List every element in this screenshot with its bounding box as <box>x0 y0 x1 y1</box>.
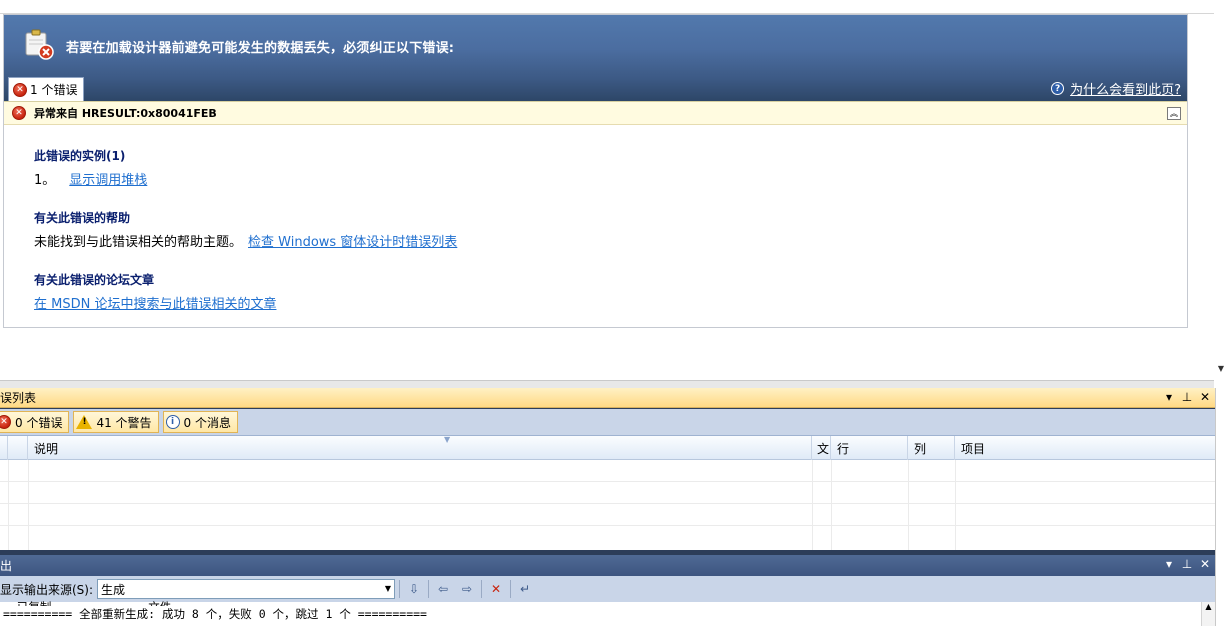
error-list-header: 说明 ▼ 文 行 列 项目 <box>0 435 1215 460</box>
errors-filter-label: 0 个错误 <box>15 415 63 430</box>
error-icon: ✕ <box>13 82 27 97</box>
table-row[interactable] <box>0 482 1215 504</box>
dropdown-icon[interactable]: ▾ <box>1163 557 1175 571</box>
table-row[interactable] <box>0 504 1215 526</box>
help-title: 有关此错误的帮助 <box>34 211 131 225</box>
table-row[interactable] <box>0 460 1215 482</box>
column-column-label: 列 <box>914 441 927 456</box>
pin-icon[interactable]: ⊥ <box>1181 557 1193 571</box>
output-build-summary: ========== 全部重新生成: 成功 8 个，失败 0 个，跳过 1 个 … <box>3 607 427 621</box>
instance-number: 1。 <box>34 173 56 188</box>
column-line[interactable]: 行 <box>831 436 908 460</box>
toolbar-separator <box>510 580 512 598</box>
warnings-filter-label: 41 个警告 <box>96 415 152 430</box>
error-list-grid: 说明 ▼ 文 行 列 项目 <box>0 435 1215 550</box>
why-link-group[interactable]: ? 为什么会看到此页? <box>1051 79 1181 98</box>
designer-error-panel: 若要在加载设计器前避免可能发生的数据丢失，必须纠正以下错误: ✕ 1 个错误 ?… <box>3 14 1188 328</box>
design-time-errors-link[interactable]: 检查 Windows 窗体设计时错误列表 <box>248 231 457 250</box>
errors-filter-button[interactable]: ✕ 0 个错误 <box>0 411 70 433</box>
close-icon[interactable]: ✕ <box>1199 390 1211 404</box>
output-source-value: 生成 <box>101 582 126 597</box>
toolbar-separator <box>399 580 401 598</box>
error-header-text: 若要在加载设计器前避免可能发生的数据丢失，必须纠正以下错误: <box>66 41 455 56</box>
error-list-title-bar: 错误列表 ▾ ⊥ ✕ <box>0 388 1215 408</box>
grid-line <box>908 460 909 550</box>
designer-top-border <box>0 0 1214 14</box>
output-title: 输出 <box>0 559 13 573</box>
previous-message-icon[interactable]: ⇦ <box>433 579 453 599</box>
exception-text: 异常来自 HRESULT:0x80041FEB <box>34 107 217 120</box>
document-error-icon <box>22 27 56 61</box>
error-icon: ✕ <box>0 415 11 429</box>
header-cell-number[interactable] <box>8 436 28 460</box>
grid-line <box>8 460 9 550</box>
clear-all-icon[interactable]: ✕ <box>486 579 506 599</box>
tab-errors[interactable]: ✕ 1 个错误 <box>8 77 85 101</box>
designer-vertical-scrollbar[interactable]: ▼ <box>1214 0 1226 380</box>
exception-bar: ✕ 异常来自 HRESULT:0x80041FEB ︽ <box>4 101 1187 125</box>
designer-surface: 若要在加载设计器前避免可能发生的数据丢失，必须纠正以下错误: ✕ 1 个错误 ?… <box>0 0 1226 388</box>
chevron-down-icon: ▼ <box>384 584 392 593</box>
grid-line <box>831 460 832 550</box>
output-vertical-scrollbar[interactable]: ▲ <box>1201 602 1215 626</box>
messages-filter-button[interactable]: i 0 个消息 <box>162 411 238 433</box>
output-source-select[interactable]: 生成 ▼ <box>97 579 396 599</box>
output-title-bar: 输出 ▾ ⊥ ✕ <box>0 555 1215 576</box>
toolbar-separator <box>481 580 483 598</box>
instances-title: 此错误的实例(1) <box>34 149 126 163</box>
error-header: 若要在加载设计器前避免可能发生的数据丢失，必须纠正以下错误: ✕ 1 个错误 ?… <box>4 15 1187 101</box>
column-description[interactable]: 说明 ▼ <box>28 435 812 460</box>
output-toolbar: 显示输出来源(S): 生成 ▼ ⇩ ⇦ ⇨ ✕ ↵ <box>0 576 1215 602</box>
grid-line <box>28 460 29 550</box>
find-message-icon[interactable]: ⇩ <box>404 579 424 599</box>
warning-icon: ! <box>76 415 93 429</box>
column-file[interactable]: 文 <box>812 436 831 460</box>
pin-icon[interactable]: ⊥ <box>1181 390 1193 404</box>
help-text: 未能找到与此错误相关的帮助主题。 <box>34 235 243 250</box>
messages-filter-label: 0 个消息 <box>183 415 231 430</box>
sort-arrow-icon: ▼ <box>444 435 451 444</box>
show-call-stack-link[interactable]: 显示调用堆栈 <box>69 169 147 188</box>
output-partial-line: 已复制 文件 <box>3 599 171 606</box>
help-icon: ? <box>1051 82 1065 95</box>
output-pane: 输出 ▾ ⊥ ✕ 显示输出来源(S): 生成 ▼ ⇩ ⇦ ⇨ ✕ ↵ 已复制 文… <box>0 555 1215 626</box>
why-am-i-seeing-this-link[interactable]: 为什么会看到此页? <box>1070 79 1181 98</box>
window-vertical-scrollbar[interactable] <box>1215 388 1226 626</box>
grid-line <box>955 460 956 550</box>
column-description-label: 说明 <box>34 441 59 456</box>
output-source-label: 显示输出来源(S): <box>0 582 94 597</box>
column-line-label: 行 <box>837 441 850 456</box>
column-file-label: 文 <box>817 441 830 456</box>
info-icon: i <box>165 415 180 429</box>
error-list-controls: ▾ ⊥ ✕ <box>1163 390 1211 404</box>
column-project[interactable]: 项目 <box>955 436 1215 460</box>
grid-line <box>812 460 813 550</box>
error-details: 此错误的实例(1) 1。 显示调用堆栈 有关此错误的帮助 未能找到与此错误相关的… <box>34 147 457 312</box>
output-controls: ▾ ⊥ ✕ <box>1163 557 1211 571</box>
forum-title: 有关此错误的论坛文章 <box>34 273 155 287</box>
error-icon: ✕ <box>12 106 26 120</box>
close-icon[interactable]: ✕ <box>1199 557 1211 571</box>
scroll-down-icon[interactable]: ▼ <box>1218 364 1224 373</box>
error-list-title: 错误列表 <box>0 391 37 405</box>
error-list-filter-bar: ✕ 0 个错误 ! 41 个警告 i 0 个消息 <box>0 409 1215 435</box>
next-message-icon[interactable]: ⇨ <box>457 579 477 599</box>
header-cell-icon[interactable] <box>0 436 8 460</box>
tab-errors-label: 1 个错误 <box>30 83 78 97</box>
designer-horizontal-scrollbar[interactable] <box>0 380 1214 388</box>
collapse-button[interactable]: ︽ <box>1167 107 1181 120</box>
dropdown-icon[interactable]: ▾ <box>1163 390 1175 404</box>
word-wrap-icon[interactable]: ↵ <box>515 579 535 599</box>
error-list-pane: 错误列表 ▾ ⊥ ✕ ✕ 0 个错误 ! 41 个警告 i 0 个消息 说明 ▼ <box>0 388 1215 550</box>
warnings-filter-button[interactable]: ! 41 个警告 <box>73 411 159 433</box>
column-column[interactable]: 列 <box>908 436 955 460</box>
column-project-label: 项目 <box>961 441 986 456</box>
toolbar-separator <box>428 580 430 598</box>
msdn-forum-search-link[interactable]: 在 MSDN 论坛中搜索与此错误相关的文章 <box>34 297 276 312</box>
